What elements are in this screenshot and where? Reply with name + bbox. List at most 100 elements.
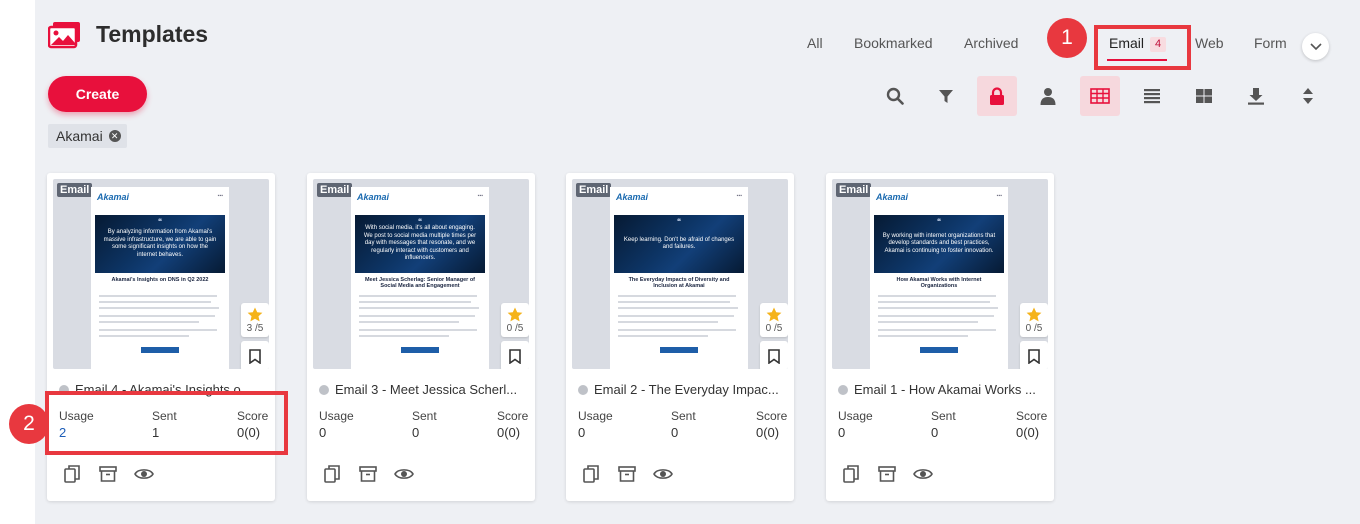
status-dot-icon: [838, 384, 848, 395]
copy-icon[interactable]: [580, 463, 602, 485]
download-icon[interactable]: [1236, 76, 1276, 116]
preview-hero: ❝ By analyzing information from Akamai's…: [95, 215, 225, 273]
more-tabs-button[interactable]: [1302, 33, 1329, 60]
rating-value: 0 /5: [765, 322, 783, 334]
preview-text-line: [878, 307, 998, 309]
tab-web[interactable]: Web: [1195, 35, 1224, 51]
preview-text-line: [878, 329, 996, 331]
star-icon: [507, 307, 523, 321]
preview-text-line: [878, 315, 994, 317]
filter-icon[interactable]: [926, 76, 966, 116]
preview-text-line: [99, 329, 217, 331]
usage-label: Usage: [578, 409, 613, 423]
rating-box[interactable]: 0 /5: [501, 303, 529, 337]
bookmark-button[interactable]: [241, 341, 269, 369]
score-label: Score: [1016, 409, 1048, 423]
template-thumbnail[interactable]: Email Akamai ▪▪▪ ❝ By analyzing informat…: [53, 179, 269, 369]
preview-text-line: [359, 301, 471, 303]
email-type-badge: Email: [317, 183, 353, 197]
score-value: 0(0): [1016, 425, 1040, 440]
preview-secondary-logo-icon: ▪▪▪: [736, 193, 742, 199]
tab-bookmarked[interactable]: Bookmarked: [854, 35, 933, 51]
remove-filter-icon[interactable]: ✕: [108, 130, 121, 142]
preview-eye-icon[interactable]: [652, 463, 674, 485]
preview-logo: Akamai: [616, 192, 649, 202]
create-button[interactable]: Create: [48, 76, 147, 112]
annotation-box-2: [45, 391, 288, 455]
quote-icon: ❝: [676, 217, 682, 226]
sent-label: Sent: [412, 409, 437, 423]
sort-icon[interactable]: [1288, 76, 1328, 116]
filter-chip-label: Akamai: [56, 128, 103, 144]
annotation-marker-2: 2: [9, 404, 49, 444]
preview-text-line: [878, 301, 990, 303]
preview-text-line: [618, 335, 708, 337]
preview-text-line: [359, 335, 449, 337]
rating-box[interactable]: 0 /5: [760, 303, 788, 337]
preview-eye-icon[interactable]: [912, 463, 934, 485]
rating-value: 0 /5: [1025, 322, 1043, 334]
preview-text-line: [359, 295, 477, 297]
bookmark-button[interactable]: [1020, 341, 1048, 369]
list-view-icon[interactable]: [1132, 76, 1172, 116]
table-view-icon[interactable]: [1080, 76, 1120, 116]
tab-archived[interactable]: Archived: [964, 35, 1018, 51]
email-type-badge: Email: [836, 183, 872, 197]
email-type-badge: Email: [576, 183, 612, 197]
bookmark-button[interactable]: [501, 341, 529, 369]
preview-text-line: [99, 321, 199, 323]
status-dot-icon: [319, 384, 329, 395]
sent-label: Sent: [931, 409, 956, 423]
grid-view-icon[interactable]: [1184, 76, 1224, 116]
preview-text-line: [99, 301, 211, 303]
search-icon[interactable]: [875, 76, 915, 116]
bookmark-button[interactable]: [760, 341, 788, 369]
sent-value: 0: [412, 425, 420, 440]
preview-text-line: [359, 307, 479, 309]
usage-value: 0: [319, 425, 327, 440]
bookmark-icon: [1028, 348, 1040, 364]
copy-icon[interactable]: [321, 463, 343, 485]
template-thumbnail[interactable]: Email Akamai ▪▪▪ ❝ With social media, it…: [313, 179, 529, 369]
template-card[interactable]: Email Akamai ▪▪▪ ❝ Keep learning. Don't …: [566, 173, 794, 501]
template-thumbnail[interactable]: Email Akamai ▪▪▪ ❝ Keep learning. Don't …: [572, 179, 788, 369]
preview-hero: ❝ Keep learning. Don't be afraid of chan…: [614, 215, 744, 273]
tab-all[interactable]: All: [807, 35, 823, 51]
preview-cta-button: [660, 347, 698, 353]
lock-icon[interactable]: [977, 76, 1017, 116]
template-title[interactable]: Email 1 - How Akamai Works ...: [838, 382, 1048, 397]
star-icon: [247, 307, 263, 321]
template-card[interactable]: Email Akamai ▪▪▪ ❝ By working with inter…: [826, 173, 1054, 501]
copy-icon[interactable]: [61, 463, 83, 485]
template-card[interactable]: Email Akamai ▪▪▪ ❝ With social media, it…: [307, 173, 535, 501]
tab-form[interactable]: Form: [1254, 35, 1287, 51]
template-title-text: Email 3 - Meet Jessica Scherl...: [335, 382, 518, 397]
archive-icon[interactable]: [616, 463, 638, 485]
rating-box[interactable]: 0 /5: [1020, 303, 1048, 337]
template-title[interactable]: Email 3 - Meet Jessica Scherl...: [319, 382, 529, 397]
archive-icon[interactable]: [357, 463, 379, 485]
preview-text-line: [359, 321, 459, 323]
score-label: Score: [497, 409, 529, 423]
template-title[interactable]: Email 2 - The Everyday Impac...: [578, 382, 788, 397]
sent-value: 0: [931, 425, 939, 440]
user-icon[interactable]: [1028, 76, 1068, 116]
archive-icon[interactable]: [876, 463, 898, 485]
preview-text-line: [878, 321, 978, 323]
email-type-badge: Email: [57, 183, 93, 197]
preview-eye-icon[interactable]: [393, 463, 415, 485]
rating-box[interactable]: 3 /5: [241, 303, 269, 337]
preview-eye-icon[interactable]: [133, 463, 155, 485]
preview-text-line: [359, 329, 477, 331]
preview-heading: Akamai's Insights on DNS in Q2 2022: [111, 277, 209, 283]
status-dot-icon: [578, 384, 588, 395]
rating-value: 0 /5: [506, 322, 524, 334]
preview-heading: The Everyday Impacts of Diversity and In…: [628, 277, 730, 289]
template-thumbnail[interactable]: Email Akamai ▪▪▪ ❝ By working with inter…: [832, 179, 1048, 369]
preview-text-line: [618, 307, 738, 309]
archive-icon[interactable]: [97, 463, 119, 485]
score-value: 0(0): [497, 425, 521, 440]
star-icon: [1026, 307, 1042, 321]
copy-icon[interactable]: [840, 463, 862, 485]
preview-text-line: [99, 335, 189, 337]
